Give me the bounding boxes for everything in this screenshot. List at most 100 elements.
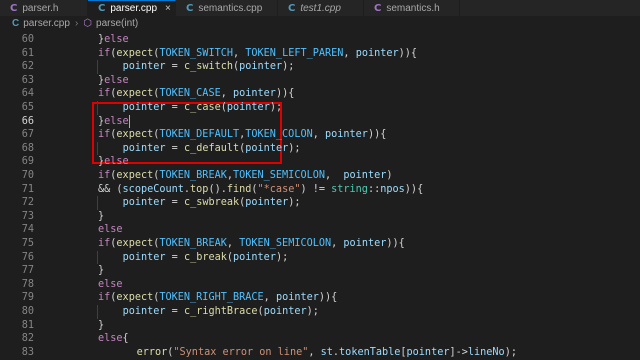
code-text: else{	[98, 332, 129, 346]
code-line[interactable]: 65 pointer = c_case(pointer);	[0, 101, 640, 115]
code-token: =	[165, 142, 184, 154]
code-text: }else	[98, 115, 129, 129]
code-token: =	[165, 61, 184, 73]
code-token: c_switch	[183, 61, 234, 73]
code-line[interactable]: 75 if(expect(TOKEN_BREAK, TOKEN_SEMICOLON…	[0, 237, 640, 251]
breadcrumb-symbol[interactable]: parse(int)	[96, 18, 138, 29]
code-token: tokenTable	[339, 346, 401, 358]
indent-guide	[97, 196, 98, 210]
line-number: 79	[21, 292, 34, 304]
code-line[interactable]: 68 pointer = c_default(pointer);	[0, 142, 640, 156]
code-text: pointer = c_default(pointer);	[123, 142, 301, 156]
cpp-file-icon: C	[98, 3, 106, 14]
code-text: if(expect(TOKEN_BREAK,TOKEN_SEMICOLON, p…	[98, 169, 392, 183]
code-token: ))	[318, 292, 332, 304]
code-token: lineNo	[467, 346, 505, 358]
code-token: ,	[312, 129, 325, 141]
code-line[interactable]: 63}else	[0, 74, 640, 88]
code-token: pointer	[406, 346, 450, 358]
code-token: ,	[331, 238, 344, 249]
text-cursor	[128, 114, 130, 128]
code-token: ,	[308, 346, 321, 358]
indent-guide	[97, 250, 98, 265]
code-line[interactable]: 80 pointer = c_rightBrace(pointer);	[0, 305, 640, 319]
code-text: else	[98, 278, 123, 292]
code-token: pointer	[226, 102, 270, 113]
breadcrumb-file[interactable]: parser.cpp	[23, 18, 70, 29]
tab-label: semantics.cpp	[198, 2, 263, 14]
code-text: pointer = c_break(pointer);	[123, 251, 289, 265]
code-text: pointer = c_switch(pointer);	[123, 60, 295, 74]
line-number: 69	[21, 156, 34, 168]
tab-semantics-h[interactable]: Csemantics.h	[364, 0, 460, 16]
code-token: c_default	[183, 142, 240, 154]
code-line[interactable]: 74 else	[0, 223, 640, 237]
line-number: 73	[21, 210, 34, 222]
code-text: && (scopeCount.top().find("*case") != st…	[98, 183, 423, 197]
tab-semantics-cpp[interactable]: Csemantics.cpp	[176, 0, 278, 16]
code-line[interactable]: 82 else{	[0, 332, 640, 346]
code-token: ]->	[449, 346, 468, 358]
code-line[interactable]: 78 else	[0, 278, 640, 292]
code-token: pointer	[122, 61, 166, 73]
code-line[interactable]: 79 if(expect(TOKEN_RIGHT_BRACE, pointer))…	[0, 291, 640, 305]
header-file-icon: C	[374, 2, 382, 14]
tab-label: semantics.h	[386, 2, 440, 14]
code-line[interactable]: 64 if(expect(TOKEN_CASE, pointer)){	[0, 87, 640, 101]
code-line[interactable]: 69}else	[0, 155, 640, 169]
code-text: if(expect(TOKEN_DEFAULT,TOKEN_COLON, poi…	[98, 128, 386, 142]
code-line[interactable]: 60}else	[0, 33, 640, 47]
code-editor[interactable]: 60}else 61 if(expect(TOKEN_SWITCH, TOKEN_L…	[0, 31, 640, 360]
code-token: );	[306, 306, 319, 317]
code-token: pointer	[122, 251, 166, 263]
code-token: {	[380, 129, 387, 141]
code-line[interactable]: 61 if(expect(TOKEN_SWITCH, TOKEN_LEFT_PAR…	[0, 47, 640, 61]
code-line[interactable]: 71 && (scopeCount.top().find("*case") != …	[0, 183, 640, 197]
breadcrumb-separator-icon: ›	[74, 18, 79, 29]
code-token: ,	[263, 292, 276, 304]
code-token: if	[98, 88, 111, 100]
code-line[interactable]: 66}else	[0, 115, 640, 129]
indent-guide	[97, 60, 98, 74]
code-line[interactable]: 76 pointer = c_break(pointer);	[0, 251, 640, 265]
tab-label: parser.h	[22, 2, 59, 14]
code-token: pointer	[343, 170, 387, 181]
code-line[interactable]: 77}	[0, 264, 640, 278]
code-token: );	[282, 61, 295, 73]
code-token: error	[136, 346, 168, 358]
tab-bar: Cparser.h Cparser.cpp × Csemantics.cpp Ctest…	[0, 0, 640, 16]
code-token: pointer	[122, 102, 166, 113]
code-token: );	[504, 346, 517, 358]
code-token: TOKEN_COLON	[245, 129, 313, 141]
code-line[interactable]: 70 if(expect(TOKEN_BREAK,TOKEN_SEMICOLON,…	[0, 169, 640, 183]
code-token: {	[122, 333, 129, 345]
tab-test1-cpp[interactable]: Ctest1.cpp	[278, 0, 364, 16]
code-text: error("Syntax error on line", st.tokenTa…	[137, 346, 517, 360]
code-token: ))	[367, 129, 381, 141]
code-token: {	[398, 238, 405, 249]
code-token: TOKEN_RIGHT_BRACE	[159, 292, 264, 304]
code-token: else	[104, 115, 129, 127]
code-line[interactable]: 72 pointer = c_swbreak(pointer);	[0, 196, 640, 210]
code-line[interactable]: 81}	[0, 319, 640, 333]
code-token: pointer	[263, 306, 307, 317]
code-line[interactable]: 73}	[0, 210, 640, 224]
line-number: 72	[21, 197, 34, 209]
line-number: 62	[21, 61, 34, 73]
code-token: c_case	[183, 102, 221, 113]
breadcrumb: C parser.cpp › ⬡ parse(int)	[0, 16, 640, 31]
code-token: {	[331, 292, 338, 304]
code-token: =	[165, 306, 184, 317]
code-line[interactable]: 67 if(expect(TOKEN_DEFAULT,TOKEN_COLON, p…	[0, 128, 640, 142]
cpp-file-icon: C	[12, 18, 20, 29]
code-token: );	[275, 251, 289, 263]
code-token: else	[98, 333, 123, 345]
tab-parser-h[interactable]: Cparser.h	[0, 0, 88, 16]
code-line[interactable]: 83 error("Syntax error on line", st.token…	[0, 346, 640, 360]
close-icon[interactable]: ×	[165, 3, 171, 14]
line-number: 71	[21, 183, 34, 195]
code-line[interactable]: 62 pointer = c_switch(pointer);	[0, 60, 640, 74]
code-token: {	[288, 88, 295, 100]
code-token: ::	[367, 183, 381, 195]
tab-parser-cpp[interactable]: Cparser.cpp ×	[88, 0, 176, 16]
